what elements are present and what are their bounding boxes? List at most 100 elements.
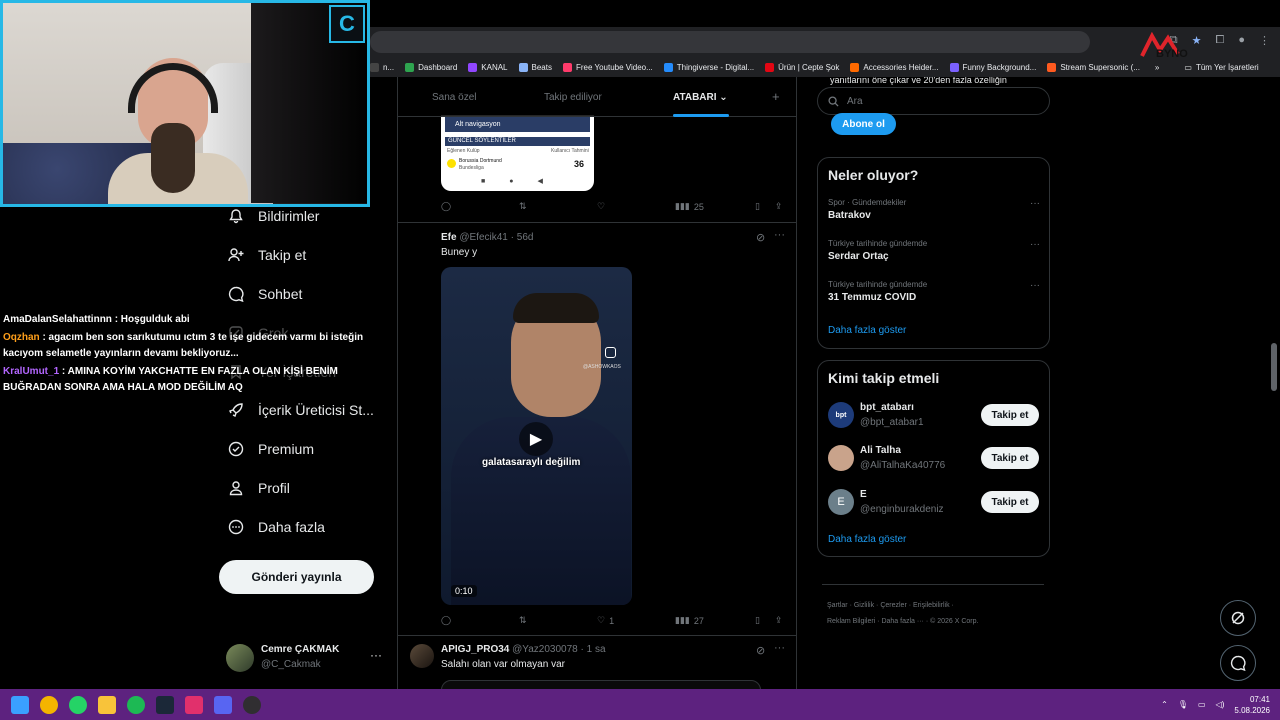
like-button[interactable]: ♡ 1 (597, 615, 614, 626)
repost-icon[interactable]: ⇅ (519, 201, 527, 212)
grok-icon[interactable]: ⊘ (756, 644, 765, 657)
views-button[interactable]: ▮▮▮ 27 (675, 615, 704, 626)
nav-more[interactable]: Daha fazla (228, 519, 325, 535)
follow-button[interactable]: Takip et (981, 404, 1039, 426)
trend-more-icon[interactable]: ··· (1030, 198, 1040, 209)
page-scrollbar[interactable] (1270, 77, 1278, 689)
bookmark-item[interactable]: Funny Background... (949, 62, 1036, 72)
whatsapp-icon[interactable] (69, 695, 87, 714)
footer-link[interactable]: Reklam Bilgileri (827, 618, 875, 625)
bookmark-item[interactable]: Free Youtube Video... (562, 62, 653, 72)
bookmark-item[interactable]: Stream Supersonic (... (1047, 62, 1140, 72)
bookmark-icon[interactable]: ▯ (755, 201, 760, 212)
messages-float-button[interactable] (1220, 645, 1256, 681)
volume-icon[interactable]: ◁) (1216, 700, 1225, 709)
author-name[interactable]: APIGJ_PRO34 (441, 644, 509, 655)
menu-dots-icon[interactable]: ⋮ (1259, 34, 1270, 47)
post[interactable]: Efe @Efecik41 · 56d ⊘ ··· Buney y @ASHOW… (398, 223, 796, 636)
trend-item[interactable]: Türkiye tarihinde gündemde 31 Temmuz COV… (828, 280, 1040, 303)
network-icon[interactable]: ▭ (1198, 700, 1206, 709)
chevron-up-icon[interactable]: ⌃ (1161, 700, 1168, 709)
steam-icon[interactable] (156, 695, 174, 714)
footer-link[interactable]: Erişilebilirlik (913, 602, 950, 609)
footer-link[interactable]: Daha fazla ··· (881, 618, 923, 625)
bookmark-icon[interactable]: ▯ (755, 615, 760, 626)
subscribe-button[interactable]: Abone ol (831, 113, 896, 135)
post-more-icon[interactable]: ··· (774, 229, 785, 241)
follow-suggestion[interactable]: E E @enginburakdeniz Takip et (828, 488, 1049, 518)
play-button[interactable]: ▶ (519, 422, 553, 456)
extensions-icon[interactable]: ⧠ (1216, 34, 1225, 47)
views-button[interactable]: ▮▮▮ 25 (675, 201, 704, 212)
share-icon[interactable]: ⇪ (775, 615, 783, 626)
nav-creator-studio[interactable]: İçerik Üreticisi St... (228, 402, 374, 418)
reply-icon[interactable]: ◯ (441, 615, 451, 626)
tab-for-you[interactable]: Sana özel (432, 92, 476, 103)
address-bar[interactable] (370, 31, 1090, 53)
bookmarks-overflow-button[interactable]: » (1155, 63, 1159, 72)
discord-icon[interactable] (214, 695, 232, 714)
file-explorer-icon[interactable] (98, 695, 116, 714)
footer-link[interactable]: Şartlar (827, 602, 848, 609)
nav-profile[interactable]: Profil (228, 480, 290, 496)
trend-item[interactable]: Türkiye tarihinde gündemde Serdar Ortaç … (828, 239, 1040, 262)
trend-more-icon[interactable]: ··· (1030, 239, 1040, 250)
video-player[interactable]: @ASHOWKAOS ▶ galatasaraylı değilim 0:10 (441, 267, 632, 605)
footer-link[interactable]: Çerezler (880, 602, 906, 609)
follow-suggestion[interactable]: Ali Talha @AliTalhaKa40776 Takip et (828, 444, 1049, 474)
post-time[interactable]: 1 sa (587, 644, 606, 655)
reply-icon[interactable]: ◯ (441, 201, 451, 212)
trends-show-more[interactable]: Daha fazla göster (828, 325, 906, 336)
microphone-icon[interactable]: 🎙︎ (1178, 700, 1188, 709)
profile-icon[interactable]: ● (1238, 34, 1245, 47)
scrollbar-thumb[interactable] (1271, 343, 1277, 391)
obs-icon[interactable] (243, 695, 261, 714)
nav-follow[interactable]: Takip et (228, 247, 306, 263)
grok-icon[interactable]: ⊘ (756, 231, 765, 244)
all-bookmarks-button[interactable]: ▭ Tüm Yer İşaretleri (1184, 63, 1258, 72)
nav-notifications[interactable]: Bildirimler (228, 208, 319, 224)
spotify-icon[interactable] (127, 695, 145, 714)
post-image[interactable]: Alt navigasyon GÜNCEL SÖYLENTİLER Eğlene… (441, 115, 594, 191)
bookmark-item[interactable]: KANAL (468, 62, 508, 72)
chrome-icon[interactable] (40, 695, 58, 714)
post-button[interactable]: Gönderi yayınla (219, 560, 374, 594)
post-more-icon[interactable]: ··· (774, 642, 785, 654)
grok-float-button[interactable] (1220, 600, 1256, 636)
post-time[interactable]: 56d (517, 232, 534, 243)
avatar[interactable] (410, 644, 434, 668)
trend-more-icon[interactable]: ··· (1030, 280, 1040, 291)
tab-atabari[interactable]: ATABARI ⌄ (673, 92, 728, 103)
like-icon[interactable]: ♡ (597, 201, 605, 212)
repost-icon[interactable]: ⇅ (519, 615, 527, 626)
author-name[interactable]: Efe (441, 232, 457, 243)
search-input[interactable]: Ara (847, 96, 863, 107)
windows-start-icon[interactable] (11, 695, 29, 714)
bookmark-item[interactable]: Thingiverse - Digital... (663, 62, 754, 72)
follow-suggestion[interactable]: bpt bpt_atabarı @bpt_atabar1 Takip et (828, 401, 1049, 431)
add-tab-button[interactable]: + (772, 89, 780, 104)
bookmark-item[interactable]: Ürün | Cepte Şok (765, 62, 839, 72)
clock[interactable]: 07:41 5.08.2026 (1234, 694, 1270, 716)
share-icon[interactable]: ⇪ (775, 201, 783, 212)
bookmark-item[interactable]: n... (370, 62, 394, 72)
trend-item[interactable]: Spor · Gündemdekiler Batrakov ··· (828, 198, 1040, 221)
instagram-icon[interactable] (185, 695, 203, 714)
tab-following[interactable]: Takip ediliyor (544, 92, 602, 103)
nav-premium[interactable]: Premium (228, 441, 314, 457)
nav-chat[interactable]: Sohbet (228, 286, 302, 302)
who-to-follow-show-more[interactable]: Daha fazla göster (828, 534, 906, 545)
profile-more-icon[interactable]: ··· (370, 648, 382, 662)
bookmark-item[interactable]: Beats (518, 62, 552, 72)
author-handle[interactable]: @Yaz2030078 (512, 644, 578, 655)
account-switcher[interactable]: Cemre ÇAKMAK @C_Cakmak ··· (226, 640, 386, 676)
footer-link[interactable]: Gizlilik (854, 602, 874, 609)
post-media-preview[interactable] (441, 680, 761, 689)
follow-button[interactable]: Takip et (981, 491, 1039, 513)
author-handle[interactable]: @Efecik41 (459, 232, 508, 243)
search-box[interactable]: Ara (817, 87, 1050, 115)
bookmark-item[interactable]: Accessories Heider... (850, 62, 939, 72)
post[interactable]: APIGJ_PRO34 @Yaz2030078 · 1 sa ⊘ ··· Sal… (398, 636, 796, 689)
bookmark-item[interactable]: Dashboard (405, 62, 457, 72)
follow-button[interactable]: Takip et (981, 447, 1039, 469)
